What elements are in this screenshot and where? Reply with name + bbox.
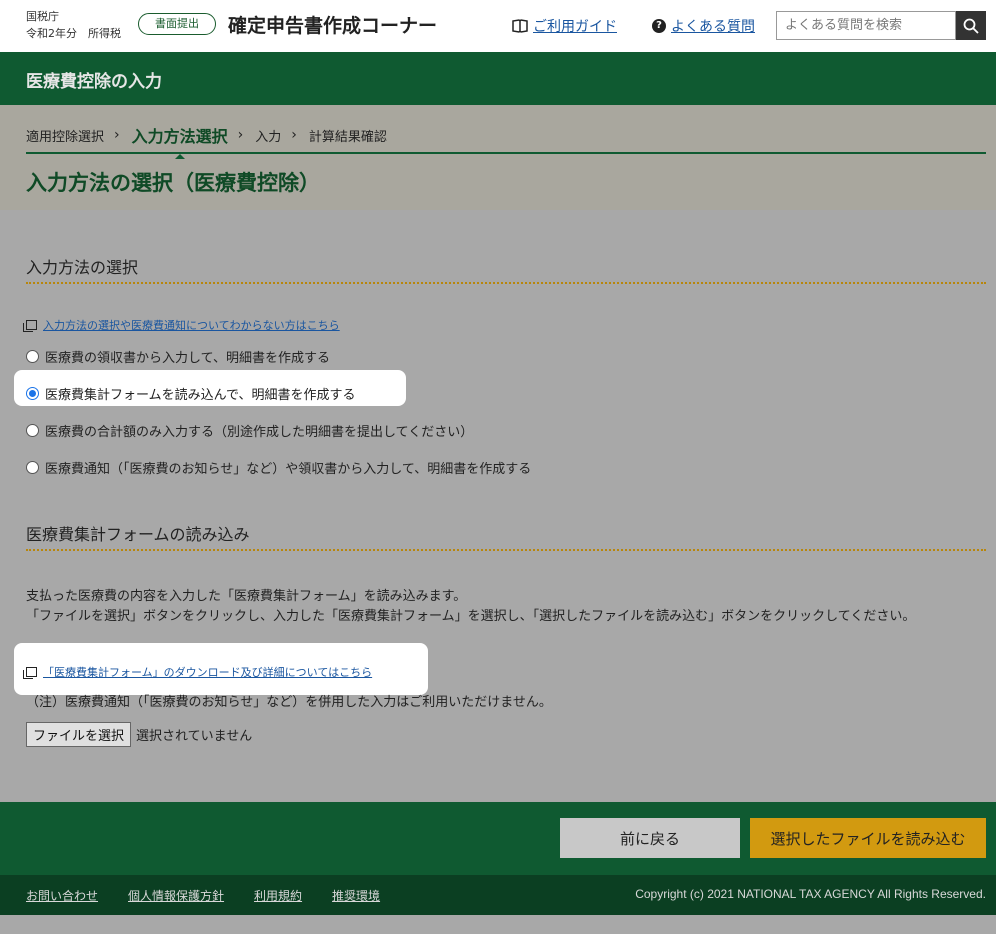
radio-label: 医療費の合計額のみ入力する（別途作成した明細書を提出してください） [45, 425, 474, 440]
choose-file-button[interactable]: ファイルを選択 [26, 722, 132, 747]
guide-link-group: ご利用ガイド [512, 16, 617, 36]
section-divider [26, 549, 986, 551]
progress-area: 適用控除選択 › 入力方法選択 › 入力 › 計算結果確認 入力方法の選択（医療… [0, 105, 996, 210]
faq-search-input[interactable] [776, 11, 956, 40]
radio-option-form-import[interactable]: 医療費集計フォームを読み込んで、明細書を作成する [26, 384, 355, 403]
agency-block: 国税庁 令和2年分 所得税 [26, 8, 121, 42]
action-bar: 前に戻る 選択したファイルを読み込む [0, 802, 996, 875]
radio-option-receipt[interactable]: 医療費の領収書から入力して、明細書を作成する [26, 347, 330, 366]
site-footer: お問い合わせ 個人情報保護方針 利用規約 推奨環境 Copyright (c) … [0, 875, 996, 915]
section-heading-form-import: 医療費集計フォームの読み込み [26, 525, 250, 544]
footer-link-privacy[interactable]: 個人情報保護方針 [128, 887, 224, 904]
steps-divider [26, 152, 986, 154]
file-status: 選択されていません [136, 729, 253, 744]
radio-button[interactable] [26, 461, 39, 474]
instruction-line-1: 支払った医療費の内容を入力した「医療費集計フォーム」を読み込みます。 [26, 589, 467, 604]
section-divider [26, 282, 986, 284]
note-text: （注）医療費通知（「医療費のお知らせ」など）を併用した入力はご利用いただけません… [26, 695, 552, 710]
radio-button[interactable] [26, 424, 39, 437]
agency-name: 国税庁 [26, 10, 59, 23]
form-download-link[interactable]: 「医療費集計フォーム」のダウンロード及び詳細についてはこちら [43, 664, 372, 680]
radio-button[interactable] [26, 350, 39, 363]
step-arrow: › [237, 127, 244, 143]
footer-link-contact[interactable]: お問い合わせ [26, 887, 98, 904]
search-button[interactable] [956, 11, 986, 40]
section-heading-input-method: 入力方法の選択 [26, 258, 139, 277]
instruction-text: 支払った医療費の内容を入力した「医療費集計フォーム」を読み込みます。 「ファイル… [26, 587, 971, 627]
main-content: 入力方法の選択 入力方法の選択や医療費通知についてわからない方はこちら 医療費の… [0, 210, 996, 802]
radio-label: 医療費集計フォームを読み込んで、明細書を作成する [45, 388, 356, 403]
search-icon [963, 18, 979, 34]
download-link-group: 「医療費集計フォーム」のダウンロード及び詳細についてはこちら [23, 664, 372, 680]
page-title: 入力方法の選択（医療費控除） [26, 171, 320, 195]
bottom-strip [0, 915, 996, 934]
instruction-line-2: 「ファイルを選択」ボタンをクリックし、入力した「医療費集計フォーム」を選択し、「… [26, 609, 916, 624]
section-band: 医療費控除の入力 [0, 52, 996, 105]
question-icon: ? [652, 19, 666, 33]
radio-option-notice[interactable]: 医療費通知（「医療費のお知らせ」など）や領収書から入力して、明細書を作成する [26, 458, 531, 477]
submission-type-badge: 書面提出 [138, 13, 216, 35]
new-window-icon [23, 320, 37, 332]
faq-link[interactable]: よくある質問 [671, 16, 755, 36]
radio-label: 医療費の領収書から入力して、明細書を作成する [45, 351, 330, 366]
help-link-group: 入力方法の選択や医療費通知についてわからない方はこちら [23, 317, 340, 333]
load-file-button[interactable]: 選択したファイルを読み込む [750, 818, 986, 858]
step-arrow: › [114, 127, 120, 143]
footer-link-terms[interactable]: 利用規約 [254, 887, 302, 904]
tax-year: 令和2年分 所得税 [26, 27, 121, 40]
step-3: 入力 [255, 129, 282, 145]
radio-label: 医療費通知（「医療費のお知らせ」など）や領収書から入力して、明細書を作成する [45, 462, 532, 477]
app-title: 確定申告書作成コーナー [228, 15, 438, 37]
radio-button-selected[interactable] [26, 387, 39, 400]
site-header: 国税庁 令和2年分 所得税 書面提出 確定申告書作成コーナー ご利用ガイド ? … [0, 0, 996, 52]
back-button[interactable]: 前に戻る [560, 818, 740, 858]
copyright: Copyright (c) 2021 NATIONAL TAX AGENCY A… [635, 887, 986, 901]
band-title: 医療費控除の入力 [26, 72, 162, 92]
footer-link-environment[interactable]: 推奨環境 [332, 887, 380, 904]
new-window-icon [23, 667, 37, 679]
radio-option-total-only[interactable]: 医療費の合計額のみ入力する（別途作成した明細書を提出してください） [26, 421, 473, 440]
step-arrow: › [291, 127, 297, 143]
book-icon [512, 19, 528, 33]
file-picker: ファイルを選択 選択されていません [26, 722, 252, 747]
input-method-help-link[interactable]: 入力方法の選択や医療費通知についてわからない方はこちら [43, 317, 340, 333]
footer-links: お問い合わせ 個人情報保護方針 利用規約 推奨環境 [26, 887, 380, 904]
progress-steps: 適用控除選択 › 入力方法選択 › 入力 › 計算結果確認 [26, 123, 397, 159]
step-current: 入力方法選択 [132, 123, 228, 159]
faq-link-group: ? よくある質問 [652, 16, 755, 36]
step-1: 適用控除選択 [26, 129, 105, 145]
step-4: 計算結果確認 [308, 129, 387, 145]
guide-link[interactable]: ご利用ガイド [533, 16, 617, 36]
